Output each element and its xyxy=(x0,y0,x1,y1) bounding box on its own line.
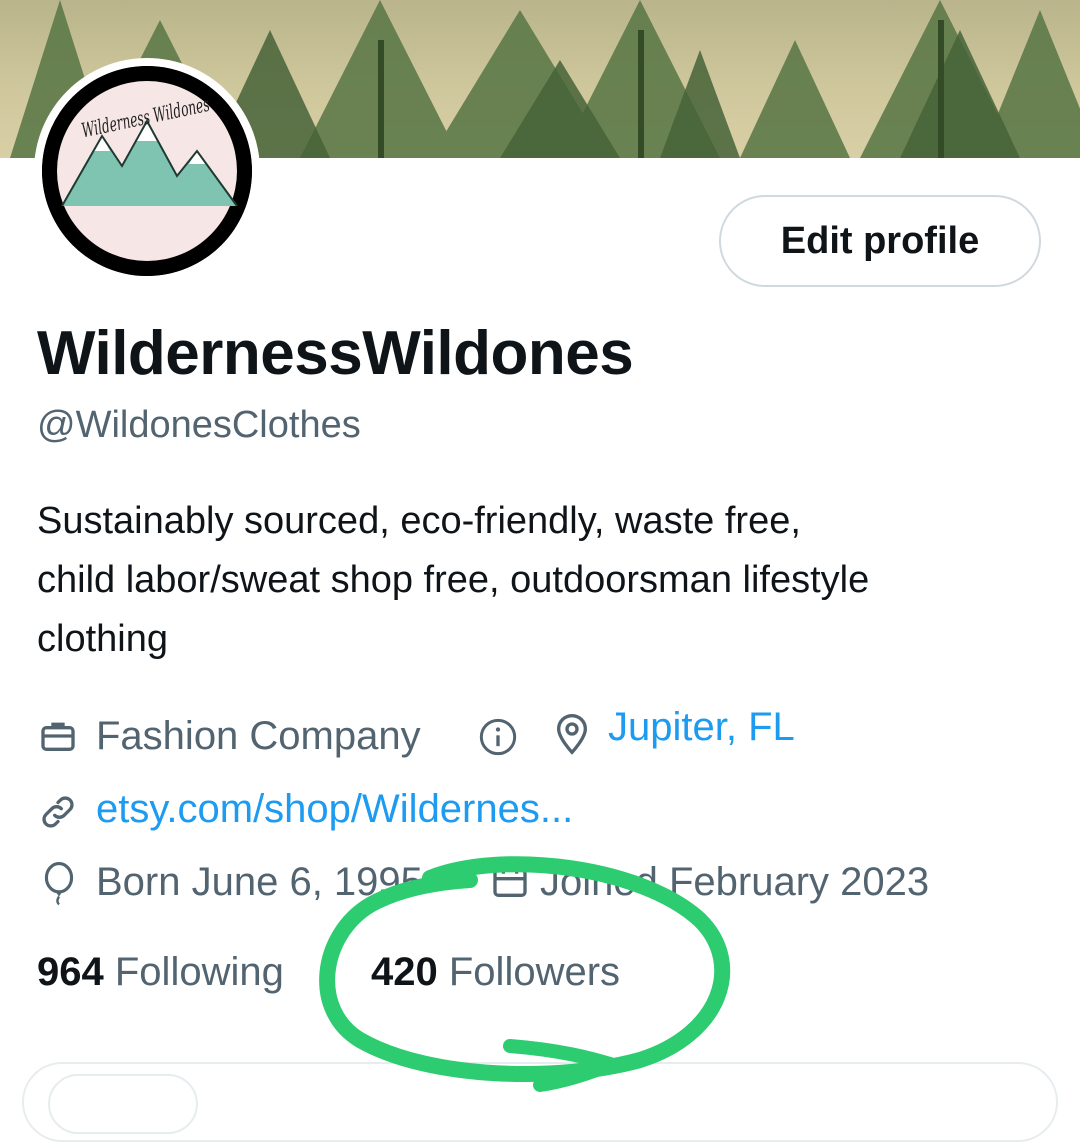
avatar-border: Wilderness Wildones xyxy=(34,58,260,284)
bio-line: child labor/sweat shop free, outdoorsman… xyxy=(37,559,870,601)
birth-date: Born June 6, 1995 xyxy=(96,860,423,904)
edit-profile-button[interactable]: Edit profile xyxy=(719,195,1041,287)
user-handle: @WildonesClothes xyxy=(37,404,361,446)
bottom-pill[interactable] xyxy=(48,1074,198,1134)
followers-stat[interactable]: 420 Followers xyxy=(371,950,620,995)
followers-label: Followers xyxy=(448,950,621,994)
display-name: WildernessWildones xyxy=(37,319,634,388)
bio-line: clothing xyxy=(37,618,168,660)
bio-line: Sustainably sourced, eco-friendly, waste… xyxy=(37,500,801,542)
professional-category: Fashion Company xyxy=(96,714,421,758)
following-label: Following xyxy=(114,950,284,994)
location-pin-icon xyxy=(556,713,588,755)
following-count: 964 xyxy=(37,950,104,994)
location-link[interactable]: Jupiter, FL xyxy=(608,705,795,750)
profile-bio: Sustainably sourced, eco-friendly, waste… xyxy=(37,492,1057,669)
link-icon xyxy=(42,796,74,828)
website-link[interactable]: etsy.com/shop/Wildernes... xyxy=(96,787,573,832)
info-icon[interactable] xyxy=(478,717,518,757)
calendar-icon xyxy=(493,867,527,897)
following-stat[interactable]: 964 Following xyxy=(37,950,284,995)
avatar-logo-image: Wilderness Wildones xyxy=(42,66,252,276)
balloon-icon xyxy=(44,862,74,906)
briefcase-icon xyxy=(41,722,75,751)
joined-date: Joined February 2023 xyxy=(540,860,930,904)
followers-count: 420 xyxy=(371,950,438,994)
avatar[interactable]: Wilderness Wildones xyxy=(42,66,252,276)
